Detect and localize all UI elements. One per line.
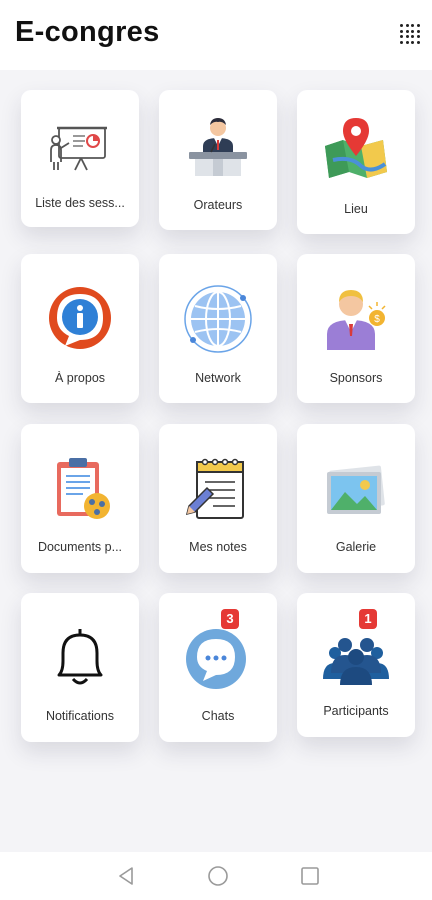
chat-bubble-icon: [183, 623, 253, 693]
map-location-icon: [321, 116, 391, 186]
notepad-pencil-icon: [183, 454, 253, 524]
tile-orateurs[interactable]: Orateurs: [159, 90, 277, 230]
recents-square-icon[interactable]: [298, 864, 322, 888]
back-triangle-icon[interactable]: [114, 864, 138, 888]
tile-label: Lieu: [344, 202, 368, 216]
bell-icon: [45, 623, 115, 693]
tile-network[interactable]: Network: [159, 254, 277, 403]
photo-gallery-icon: [321, 454, 391, 524]
tile-participants[interactable]: 1 Participants: [297, 593, 415, 737]
tile-label: Liste des sess...: [35, 196, 125, 210]
presentation-board-icon: [45, 112, 115, 182]
participants-badge: 1: [359, 609, 377, 629]
svg-text:$: $: [374, 314, 380, 325]
tile-liste-des-sessions[interactable]: Liste des sess...: [21, 90, 139, 227]
people-group-icon: [321, 619, 391, 689]
speaker-podium-icon: [183, 112, 253, 182]
app-title: E-congres: [15, 16, 160, 48]
tile-label: Chats: [201, 709, 235, 723]
tile-documents[interactable]: Documents p...: [21, 424, 139, 573]
tile-notifications[interactable]: Notifications: [21, 593, 139, 742]
tile-label: Notifications: [45, 709, 115, 723]
tile-mes-notes[interactable]: Mes notes: [159, 424, 277, 573]
tile-galerie[interactable]: Galerie: [297, 424, 415, 573]
info-icon: [45, 284, 115, 354]
tile-label: Sponsors: [329, 371, 383, 385]
tile-label: Galerie: [335, 540, 377, 554]
tile-label: À propos: [54, 371, 106, 385]
tile-label: Orateurs: [193, 198, 243, 212]
app-header: E-congres: [0, 0, 432, 70]
tile-label: Participants: [323, 704, 389, 718]
system-nav-bar: [0, 852, 432, 900]
tile-label: Documents p...: [37, 540, 123, 554]
apps-grid-icon[interactable]: [400, 24, 420, 44]
clipboard-documents-icon: [45, 454, 115, 524]
tile-a-propos[interactable]: À propos: [21, 254, 139, 403]
tile-label: Network: [195, 371, 241, 385]
home-circle-icon[interactable]: [206, 864, 230, 888]
sponsor-person-icon: $: [321, 284, 391, 354]
tile-label: Mes notes: [189, 540, 247, 554]
tile-chats[interactable]: 3 Chats: [159, 593, 277, 742]
globe-network-icon: [183, 284, 253, 354]
tile-lieu[interactable]: Lieu: [297, 90, 415, 234]
tile-sponsors[interactable]: $ Sponsors: [297, 254, 415, 403]
chats-badge: 3: [221, 609, 239, 629]
